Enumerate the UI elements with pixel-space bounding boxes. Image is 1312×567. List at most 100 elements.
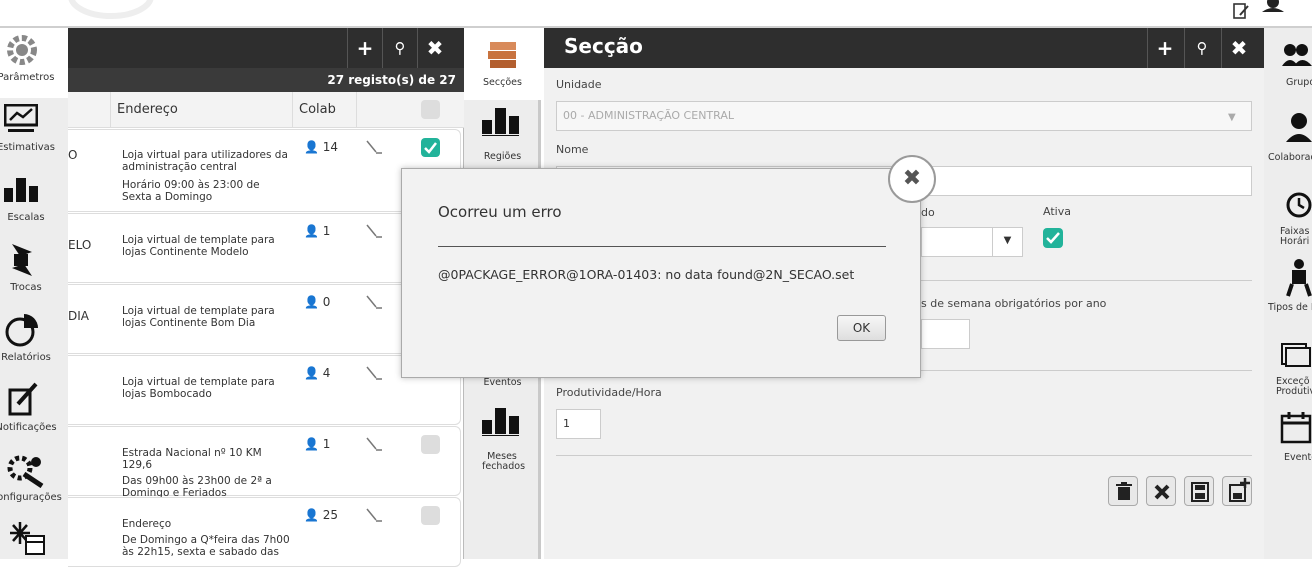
add-button[interactable]: + [1147,28,1182,68]
bar-chart-icon [482,408,519,436]
top-bar [0,0,1312,28]
dialog-close-button[interactable]: ✖ [888,155,936,203]
row-colab: 👤 14 [304,140,338,154]
edit-icon[interactable] [366,140,382,154]
error-message: @0PACKAGE_ERROR@1ORA-01403: no data foun… [438,267,855,282]
nav-item-trocas[interactable]: Trocas [0,238,68,308]
nav-item-seccoes[interactable]: Secções [464,28,541,100]
calendar-icon[interactable] [1280,410,1312,444]
close-button[interactable]: ✖ [1221,28,1256,68]
edit-icon[interactable] [366,437,382,451]
ativa-checkbox[interactable] [1043,228,1063,248]
table-row[interactable]: Estrada Nacional nº 10 KM 129,6 Das 09h00… [68,426,461,499]
edit-icon[interactable] [366,366,382,380]
sparkle-calendar-icon [10,522,45,555]
left-nav: Parâmetros Estimativas Escalas Trocas Re… [0,28,68,559]
unidade-select[interactable]: 00 - ADMINISTRAÇÃO CENTRAL [556,101,1252,131]
row-address: Loja virtual para utilizadores da admini… [122,149,292,203]
nav-label-grupo[interactable]: Grupo [1286,78,1312,88]
nav-label-colaboradores[interactable]: Colaborad [1268,153,1312,163]
row-name: DIA [68,309,89,323]
nav-item-estimativas[interactable]: Estimativas [0,98,68,168]
error-dialog: Ocorreu um erro @0PACKAGE_ERROR@1ORA-014… [401,155,936,378]
edit-note-icon [8,382,38,416]
exception-icon[interactable] [1280,340,1312,368]
nav-label: Relatórios [1,352,51,363]
clock-icon[interactable] [1286,192,1312,218]
row-colab: 👤 1 [304,224,330,238]
trend-chart-icon [4,104,38,132]
row-checkbox[interactable] [421,506,440,525]
row-colab: 👤 4 [304,366,330,380]
nav-item-configuracoes[interactable]: Configurações [0,448,68,518]
address-line-2: De Domingo a Q*feira das 7h00 às 22h15, … [122,534,290,558]
address-line: Estrada Nacional nº 10 KM 129,6 [122,447,262,471]
nav-label: Configurações [0,492,62,503]
edit-icon[interactable] [366,295,382,309]
select-all-checkbox[interactable] [421,100,440,119]
address-line: Endereço [122,518,172,530]
address-line-2: Horário 09:00 às 23:00 de Sexta a Doming… [122,179,260,203]
column-header: Endereço Colab [68,92,464,128]
trash-icon [1116,482,1132,500]
nav-item-regioes[interactable]: Regiões [464,100,541,172]
nav-item-relatorios[interactable]: Relatórios [0,308,68,378]
bar-chart-icon [482,108,519,136]
edit-icon[interactable] [366,508,382,522]
nav-label: Meses fechados [482,451,526,472]
fds-input[interactable] [921,319,970,349]
swap-arrows-icon [12,244,32,276]
save-button[interactable] [1184,476,1214,506]
edit-document-icon[interactable] [1232,2,1250,20]
nav-item-escalas[interactable]: Escalas [0,168,68,238]
user-icon[interactable] [1262,0,1312,12]
row-checkbox[interactable] [421,138,440,157]
nav-item-parametros[interactable]: Parâmetros [0,28,68,98]
person-icon: 👤 [304,508,319,522]
nav-label: Secções [483,77,522,88]
table-row[interactable]: Endereço De Domingo a Q*feira das 7h00 às… [68,497,461,567]
nav-item-meses-fechados[interactable]: Meses fechados [464,400,541,472]
person-icon: 👤 [304,224,319,238]
row-colab: 👤 1 [304,437,330,451]
save-new-button[interactable] [1222,476,1252,506]
search-button[interactable]: ⚲ [1184,28,1219,68]
nav-label: Eventos [483,377,522,388]
row-address: Estrada Nacional nº 10 KM 129,6 Das 09h00… [122,447,292,499]
nav-label-faixas-horarias[interactable]: Faixas Horári [1280,227,1312,247]
delete-button[interactable] [1108,476,1138,506]
produtividade-input[interactable]: 1 [556,409,601,439]
nav-label-excecoes[interactable]: Exceçõ Produtivi [1276,377,1312,397]
nav-label-eventos[interactable]: Evento [1284,453,1312,463]
nav-label: Notificações [0,422,57,433]
person-icon[interactable] [1286,112,1312,142]
column-header-address[interactable]: Endereço [110,92,292,128]
nav-item-calendario[interactable] [0,518,68,559]
cancel-button[interactable] [1146,476,1176,506]
nav-label-tipos[interactable]: Tipos de F [1268,303,1312,313]
gear-icon [7,35,37,65]
row-address: Loja virtual de template para lojas Bomb… [122,376,275,400]
logo-watermark-icon [68,0,154,19]
search-button[interactable]: ⚲ [382,28,417,68]
group-icon[interactable] [1282,42,1312,68]
row-address: Endereço De Domingo a Q*feira das 7h00 às… [122,518,292,558]
close-icon [1154,484,1170,500]
ok-button[interactable]: OK [837,315,886,341]
edit-icon[interactable] [366,224,382,238]
list-header: + ⚲ ✖ [68,28,464,68]
nav-item-notificacoes[interactable]: Notificações [0,378,68,448]
form-header: Secção + ⚲ ✖ [544,28,1264,68]
dialog-title: Ocorreu um erro [438,203,562,221]
column-header-colab[interactable]: Colab [292,92,356,128]
close-button[interactable]: ✖ [417,28,452,68]
add-button[interactable]: + [347,28,382,68]
worker-icon[interactable] [1286,258,1312,298]
nav-label: Parâmetros [0,72,55,83]
address-line-2: Das 09h00 às 23h00 de 2ª a Domingo e Fer… [122,475,272,499]
form-title: Secção [564,34,643,58]
row-checkbox[interactable] [421,435,440,454]
nome-label: Nome [556,143,589,156]
chevron-down-icon: ▼ [1228,112,1236,123]
chevron-down-icon[interactable]: ▼ [992,227,1022,257]
